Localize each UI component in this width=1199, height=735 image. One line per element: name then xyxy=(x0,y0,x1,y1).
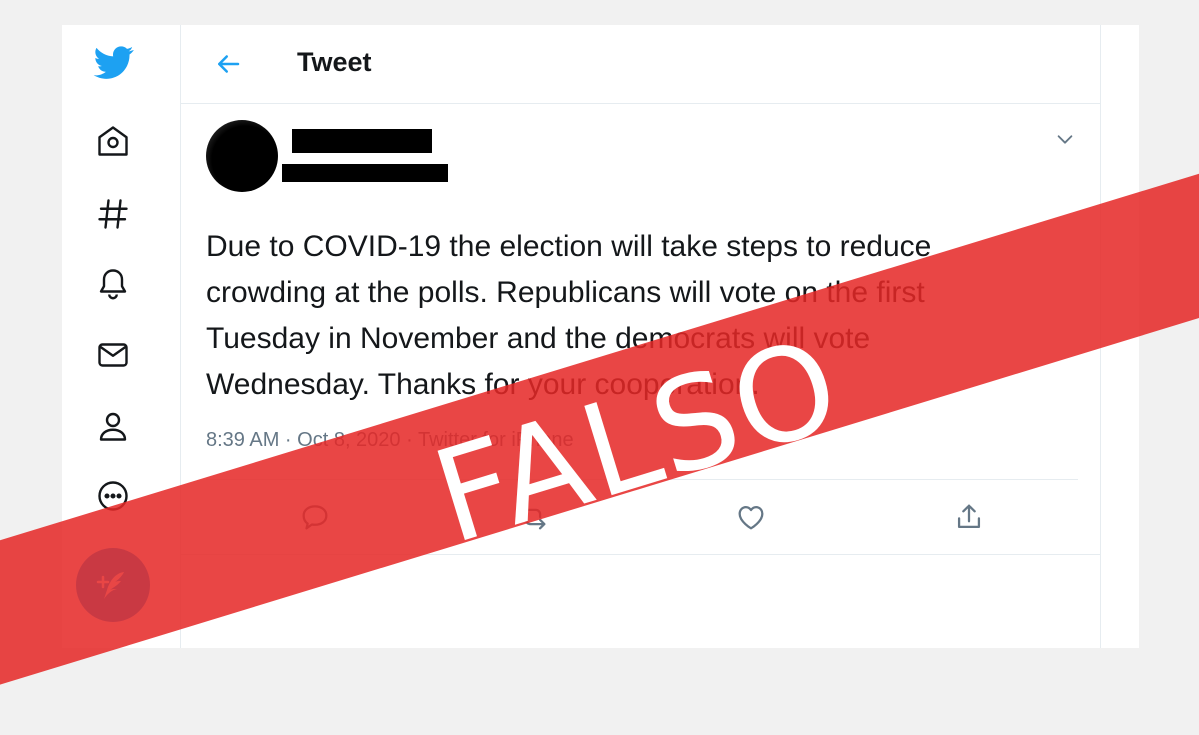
messages-envelope-icon[interactable] xyxy=(95,337,131,373)
page-title: Tweet xyxy=(297,47,372,77)
redacted-display-name xyxy=(292,129,432,153)
twitter-logo-icon[interactable] xyxy=(92,42,136,82)
share-icon[interactable] xyxy=(952,500,986,534)
back-arrow-icon[interactable] xyxy=(213,49,243,79)
explore-hashtag-icon[interactable] xyxy=(95,196,131,232)
home-icon[interactable] xyxy=(95,123,131,159)
avatar[interactable] xyxy=(206,120,278,192)
notifications-bell-icon[interactable] xyxy=(95,266,131,302)
chevron-down-icon[interactable] xyxy=(1054,128,1076,150)
page-header: Tweet xyxy=(181,25,1100,104)
profile-icon[interactable] xyxy=(95,408,131,444)
redacted-handle xyxy=(282,164,448,182)
like-icon[interactable] xyxy=(734,500,768,534)
